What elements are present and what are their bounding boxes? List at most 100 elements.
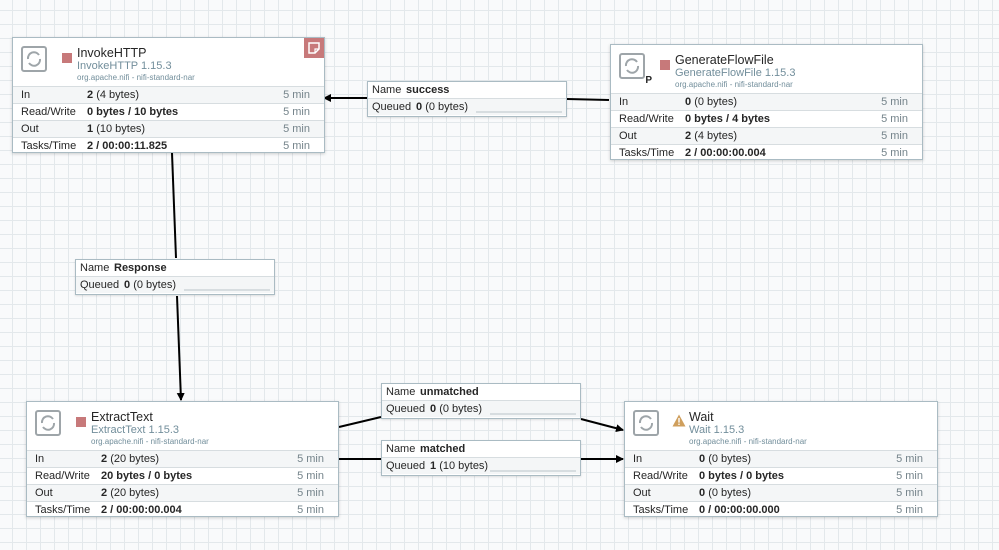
unmatched-connection-line-to-wait <box>580 418 624 433</box>
stat-value: 0 bytes / 4 bytes <box>685 113 770 125</box>
stat-value: 0 / 00:00:00.000 <box>699 504 780 516</box>
stat-value: 2 / 00:00:00.004 <box>101 504 182 516</box>
comments-icon[interactable] <box>304 38 324 58</box>
stat-value: 0 (0 bytes) <box>699 453 751 465</box>
processor-wait[interactable]: Wait Wait 1.15.3 org.apache.nifi - nifi-… <box>624 401 938 517</box>
queue-progress-bar <box>476 111 562 113</box>
processor-extracttext[interactable]: ExtractText ExtractText 1.15.3 org.apach… <box>26 401 339 517</box>
processor-header: ExtractText ExtractText 1.15.3 org.apach… <box>27 402 338 450</box>
connection-queued-row: Queued 0 (0 bytes) <box>382 401 580 417</box>
stat-in: In 2 (20 bytes) 5 min <box>27 450 338 467</box>
processor-bundle: org.apache.nifi - nifi-standard-nar <box>77 73 195 82</box>
processor-header: InvokeHTTP InvokeHTTP 1.15.3 org.apache.… <box>13 38 324 86</box>
processor-name: Wait <box>689 410 714 424</box>
stat-label: Read/Write <box>619 113 674 125</box>
connection-queued-label: Queued <box>372 101 412 113</box>
connection-queued-row: Queued 0 (0 bytes) <box>76 277 274 293</box>
stat-value: 0 bytes / 10 bytes <box>87 106 179 118</box>
stat-read-write: Read/Write 0 bytes / 10 bytes 5 min <box>13 103 324 120</box>
stat-value: 0 (0 bytes) <box>699 487 751 499</box>
connection-name: unmatched <box>420 386 479 398</box>
stat-time: 5 min <box>283 123 310 135</box>
stat-label: Out <box>633 487 651 499</box>
connection-name-label: Name <box>386 386 416 398</box>
stat-label: Tasks/Time <box>633 504 689 516</box>
stat-out: Out 0 (0 bytes) 5 min <box>625 484 937 501</box>
stat-time: 5 min <box>297 470 324 482</box>
stat-out: Out 1 (10 bytes) 5 min <box>13 120 324 137</box>
connection-name-label: Name <box>386 443 416 455</box>
processor-header: Wait Wait 1.15.3 org.apache.nifi - nifi-… <box>625 402 937 450</box>
connection-queued-value: 0 (0 bytes) <box>430 403 482 415</box>
stat-label: Out <box>35 487 53 499</box>
stat-label: Tasks/Time <box>35 504 91 516</box>
processor-name: ExtractText <box>91 410 153 424</box>
flow-canvas[interactable]: InvokeHTTP InvokeHTTP 1.15.3 org.apache.… <box>0 0 999 550</box>
stat-label: Out <box>21 123 39 135</box>
success-connection-line <box>566 98 610 101</box>
processor-invokehttp[interactable]: InvokeHTTP InvokeHTTP 1.15.3 org.apache.… <box>12 37 325 153</box>
connection-name: Response <box>114 262 167 274</box>
connection-queued-row: Queued 1 (10 bytes) <box>382 458 580 474</box>
connection-queued-row: Queued 0 (0 bytes) <box>368 99 566 115</box>
stat-label: Tasks/Time <box>21 140 77 152</box>
stat-tasks-time: Tasks/Time 2 / 00:00:00.004 5 min <box>27 501 338 518</box>
processor-bundle: org.apache.nifi - nifi-standard-nar <box>91 437 209 446</box>
stat-value: 2 / 00:00:00.004 <box>685 147 766 159</box>
stopped-icon <box>62 53 72 63</box>
connection-name: matched <box>420 443 466 455</box>
stat-out: Out 2 (20 bytes) 5 min <box>27 484 338 501</box>
stat-label: Out <box>619 130 637 142</box>
stat-value: 0 bytes / 0 bytes <box>699 470 784 482</box>
processor-icon <box>21 46 47 72</box>
connection-queued-value: 0 (0 bytes) <box>124 279 176 291</box>
stat-value: 0 (0 bytes) <box>685 96 737 108</box>
connection-unmatched[interactable]: Name unmatched Queued 0 (0 bytes) <box>381 383 581 419</box>
connection-queued-label: Queued <box>386 403 426 415</box>
stat-in: In 2 (4 bytes) 5 min <box>13 86 324 103</box>
stat-time: 5 min <box>881 130 908 142</box>
processor-name: InvokeHTTP <box>77 46 147 60</box>
stat-tasks-time: Tasks/Time 0 / 00:00:00.000 5 min <box>625 501 937 518</box>
processor-bundle: org.apache.nifi - nifi-standard-nar <box>689 437 807 446</box>
connection-name-row: Name success <box>368 82 566 99</box>
stopped-icon <box>660 60 670 70</box>
stat-value: 1 (10 bytes) <box>87 123 146 135</box>
stat-label: In <box>35 453 45 465</box>
stat-value: 2 / 00:00:11.825 <box>87 140 168 152</box>
unmatched-connection-line <box>338 416 382 428</box>
processor-type: GenerateFlowFile 1.15.3 <box>675 67 796 79</box>
stat-label: Read/Write <box>633 470 688 482</box>
connection-name-row: Name matched <box>382 441 580 458</box>
stat-value: 2 (4 bytes) <box>685 130 737 142</box>
queue-progress-bar <box>184 289 270 291</box>
processor-type: InvokeHTTP 1.15.3 <box>77 60 172 72</box>
processor-name: GenerateFlowFile <box>675 53 774 67</box>
stat-read-write: Read/Write 0 bytes / 0 bytes 5 min <box>625 467 937 484</box>
response-connection-line-to-extract <box>176 295 185 401</box>
stopped-icon <box>76 417 86 427</box>
connection-queued-value: 0 (0 bytes) <box>416 101 468 113</box>
stat-read-write: Read/Write 0 bytes / 4 bytes 5 min <box>611 110 922 127</box>
stat-time: 5 min <box>283 140 310 152</box>
processor-icon <box>633 410 659 436</box>
response-connection-line <box>171 152 177 259</box>
stat-time: 5 min <box>297 504 324 516</box>
connection-matched[interactable]: Name matched Queued 1 (10 bytes) <box>381 440 581 476</box>
connection-success[interactable]: Name success Queued 0 (0 bytes) <box>367 81 567 117</box>
processor-type: ExtractText 1.15.3 <box>91 424 180 436</box>
stat-label: Read/Write <box>21 106 76 118</box>
connection-response[interactable]: Name Response Queued 0 (0 bytes) <box>75 259 275 295</box>
processor-generateflowfile[interactable]: P GenerateFlowFile GenerateFlowFile 1.15… <box>610 44 923 160</box>
connection-name-label: Name <box>80 262 110 274</box>
connection-name-row: Name unmatched <box>382 384 580 401</box>
connection-queued-label: Queued <box>386 460 426 472</box>
connection-queued-value: 1 (10 bytes) <box>430 460 489 472</box>
stat-time: 5 min <box>283 106 310 118</box>
stat-time: 5 min <box>896 470 923 482</box>
connection-queued-label: Queued <box>80 279 120 291</box>
stat-label: In <box>619 96 629 108</box>
warning-icon[interactable] <box>672 414 686 432</box>
stat-value: 2 (20 bytes) <box>101 453 160 465</box>
stat-time: 5 min <box>297 487 324 499</box>
